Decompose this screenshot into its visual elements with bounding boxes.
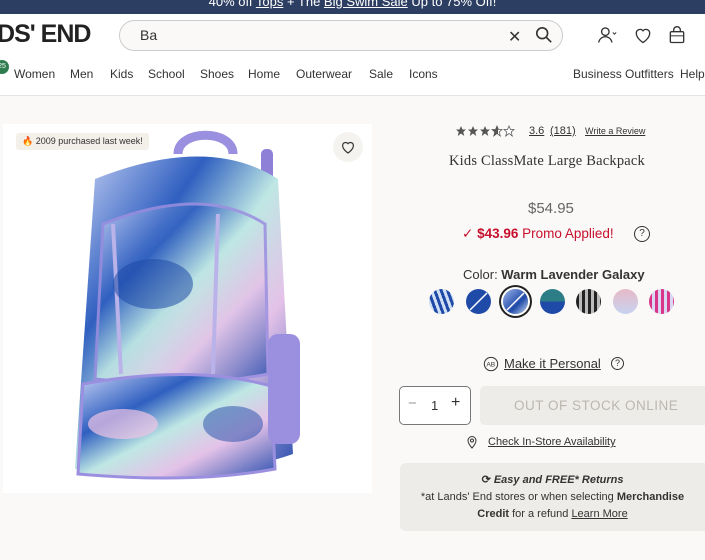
purchased-text: 2009 purchased last week! [35,136,143,146]
color-swatch-5[interactable] [576,289,601,314]
star-icon [480,126,490,136]
nav-item-outerwear[interactable]: Outerwear [296,67,352,81]
account-icon[interactable] [597,25,617,45]
promo-price-line: ✓ $43.96 Promo Applied! [462,226,614,242]
empty-star-icon [503,125,515,137]
search-bar: ✕ [119,20,563,51]
color-swatch-7[interactable] [649,289,674,314]
star-icon [456,126,466,136]
returns-title: Easy and FREE* Returns [493,474,624,486]
color-swatch-6[interactable] [613,289,638,314]
color-swatch-2[interactable] [466,289,491,314]
quantity-decrease-button[interactable]: − [408,395,417,412]
promo-banner: 40% off Tops + The Big Swim Sale Up to 7… [0,0,705,14]
color-label: Color: Warm Lavender Galaxy [463,267,645,282]
add-to-wishlist-button[interactable] [333,132,363,162]
wishlist-icon[interactable] [633,25,653,45]
rating-value[interactable]: 3.6 [529,125,544,137]
promo-price: $43.96 [477,226,519,241]
nav-item-school[interactable]: School [148,67,185,81]
quantity-increase-button[interactable]: + [451,394,460,412]
main-nav: 25 Women Men Kids School Shoes Home Oute… [0,60,705,85]
make-it-personal-link[interactable]: Make it Personal [504,356,601,371]
flame-icon: 🔥 [22,136,34,146]
quantity-stepper: − 1 + [399,386,471,425]
checkmark-icon: ✓ [462,226,474,241]
returns-credit: Credit [477,508,510,520]
returns-info-box: ⟳ Easy and FREE* Returns *at Lands' End … [400,463,705,531]
review-count[interactable]: (181) [550,125,576,137]
clear-search-icon[interactable]: ✕ [508,27,521,47]
promo-prefix: 40% off [208,0,256,9]
shopping-bag-icon[interactable] [667,25,687,45]
heart-icon [342,141,354,154]
nav-item-help[interactable]: Help [680,67,705,81]
cart-badge: 25 [0,60,9,74]
promo-middle: + The [283,0,324,9]
color-swatch-1[interactable] [429,289,454,314]
nav-item-home[interactable]: Home [248,67,280,81]
check-in-store-link[interactable]: Check In-Store Availability [488,436,616,448]
learn-more-link[interactable]: Learn More [571,508,627,520]
color-swatch-3-selected[interactable] [503,289,528,314]
color-swatch-4[interactable] [540,289,565,314]
promo-link-swim[interactable]: Big Swim Sale [324,0,408,9]
backpack-image [75,130,300,480]
original-price: $54.95 [528,200,574,217]
promo-link-tops[interactable]: Tops [256,0,283,9]
out-of-stock-button[interactable]: OUT OF STOCK ONLINE [480,386,705,425]
returns-merch: Merchandise [616,491,685,503]
product-image-panel[interactable]: 🔥 2009 purchased last week! [3,124,372,493]
star-icon [468,126,478,136]
half-star-icon [491,125,503,137]
promo-suffix: Up to 75% Off! [407,0,497,9]
swatch-slash-icon [506,292,525,311]
write-review-link[interactable]: Write a Review [585,126,645,136]
nav-item-men[interactable]: Men [70,67,93,81]
nav-item-shoes[interactable]: Shoes [200,67,234,81]
returns-text-1: *at Lands' End stores or when selecting [420,491,617,503]
nav-item-sale[interactable]: Sale [369,67,393,81]
nav-item-women[interactable]: Women [14,67,55,81]
site-logo[interactable]: NDS' END [0,20,91,49]
color-label-prefix: Color: [463,267,502,282]
quantity-value[interactable]: 1 [431,398,438,413]
returns-icon: ⟳ [481,474,491,486]
returns-text-2: for a refund [509,508,572,520]
monogram-icon: AB [483,356,499,372]
promo-applied-text: Promo Applied! [518,226,614,241]
product-title: Kids ClassMate Large Backpack [449,153,645,169]
search-input[interactable] [140,27,500,43]
nav-item-business-outfitters[interactable]: Business Outfitters [573,67,674,81]
purchased-badge: 🔥 2009 purchased last week! [16,133,149,150]
nav-item-icons[interactable]: Icons [409,67,438,81]
promo-help-icon[interactable]: ? [634,226,650,242]
swatch-slash-icon [469,292,488,311]
svg-text:AB: AB [486,362,495,369]
search-icon[interactable] [535,26,553,44]
location-pin-icon [467,436,477,449]
selected-color-name: Warm Lavender Galaxy [501,267,645,282]
personal-help-icon[interactable]: ? [611,357,624,370]
site-header: NDS' END ✕ 25 Women Men Kids School Shoe… [0,14,705,96]
nav-item-kids[interactable]: Kids [110,67,133,81]
